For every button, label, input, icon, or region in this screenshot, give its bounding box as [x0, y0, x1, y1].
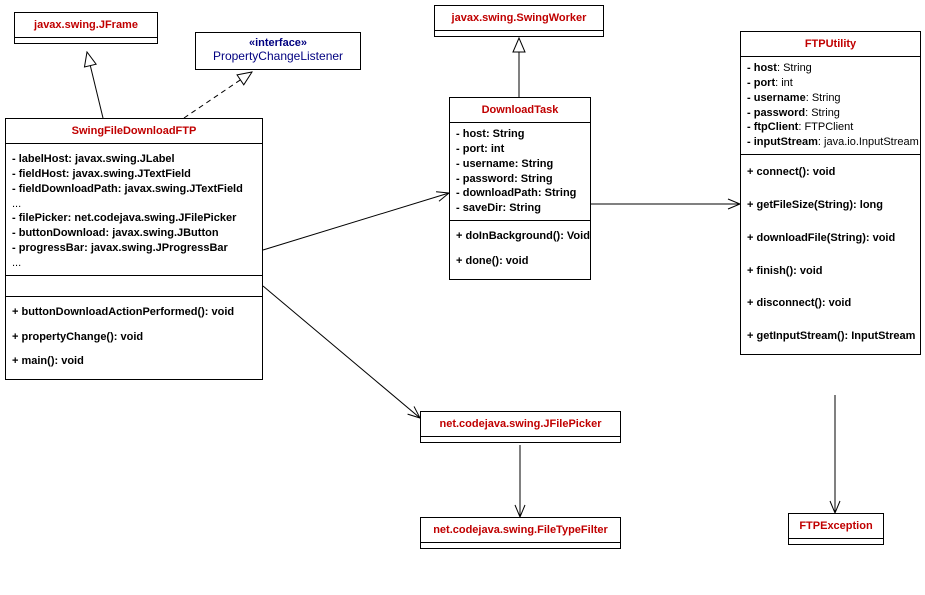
attr: - username: String: [747, 91, 914, 106]
class-title: net.codejava.swing.FileTypeFilter: [421, 518, 620, 542]
class-downloadtask: DownloadTask - host: String - port: int …: [449, 97, 591, 280]
op: + disconnect(): void: [747, 296, 914, 329]
operations-section: + doInBackground(): Void + done(): void: [450, 220, 590, 279]
class-jframe: javax.swing.JFrame: [14, 12, 158, 44]
op: + done(): void: [456, 254, 584, 269]
operations-section: + buttonDownloadActionPerformed(): void …: [6, 296, 262, 380]
operations-section: + connect(): void + getFileSize(String):…: [741, 154, 920, 354]
gen-sfdf-jframe: [87, 52, 103, 118]
class-jfilepicker: net.codejava.swing.JFilePicker: [420, 411, 621, 443]
class-title: SwingFileDownloadFTP: [6, 119, 262, 143]
attr: - fieldDownloadPath: javax.swing.JTextFi…: [12, 182, 256, 197]
attr: - labelHost: javax.swing.JLabel: [12, 152, 256, 167]
attr: - ftpClient: FTPClient: [747, 120, 914, 135]
class-title: DownloadTask: [450, 98, 590, 122]
class-title: net.codejava.swing.JFilePicker: [421, 412, 620, 436]
op: + finish(): void: [747, 264, 914, 297]
attr: - inputStream: java.io.InputStream: [747, 135, 914, 150]
assoc-sfdf-downloadtask: [263, 193, 449, 250]
attr: - port: int: [747, 76, 914, 91]
attr: - host: String: [747, 61, 914, 76]
attributes-section: - host: String - port: int - username: S…: [741, 56, 920, 154]
attr: - buttonDownload: javax.swing.JButton: [12, 226, 256, 241]
op: + getInputStream(): InputStream: [747, 329, 914, 344]
assoc-sfdf-jfilepicker: [263, 286, 420, 418]
class-swingworker: javax.swing.SwingWorker: [434, 5, 604, 37]
attributes-section: - labelHost: javax.swing.JLabel - fieldH…: [6, 143, 262, 275]
class-title: FTPException: [789, 514, 883, 538]
attr: - downloadPath: String: [456, 186, 584, 201]
class-title: javax.swing.SwingWorker: [435, 6, 603, 30]
attr: - username: String: [456, 157, 584, 172]
attr: - port: int: [456, 142, 584, 157]
interface-property-change-listener: «interface» PropertyChangeListener: [195, 32, 361, 70]
op: + propertyChange(): void: [12, 330, 256, 355]
interface-name: PropertyChangeListener: [196, 49, 360, 69]
class-title: javax.swing.JFrame: [15, 13, 157, 37]
empty-section: [6, 275, 262, 296]
class-title: FTPUtility: [741, 32, 920, 56]
class-ftpexception: FTPException: [788, 513, 884, 545]
attr: - filePicker: net.codejava.swing.JFilePi…: [12, 211, 256, 226]
attr: - password: String: [456, 172, 584, 187]
stereotype-label: «interface»: [196, 33, 360, 49]
realize-sfdf-pcl: [184, 72, 252, 118]
attr: - progressBar: javax.swing.JProgressBar: [12, 241, 256, 256]
op: + getFileSize(String): long: [747, 198, 914, 231]
op: + downloadFile(String): void: [747, 231, 914, 264]
attr: - password: String: [747, 106, 914, 121]
op: + main(): void: [12, 354, 256, 369]
class-filetypefilter: net.codejava.swing.FileTypeFilter: [420, 517, 621, 549]
op: + connect(): void: [747, 159, 914, 198]
attributes-section: - host: String - port: int - username: S…: [450, 122, 590, 220]
ellipsis: ...: [12, 256, 256, 271]
op: + buttonDownloadActionPerformed(): void: [12, 305, 256, 330]
attr: - host: String: [456, 127, 584, 142]
attr: - saveDir: String: [456, 201, 584, 216]
attr: - fieldHost: javax.swing.JTextField: [12, 167, 256, 182]
op: + doInBackground(): Void: [456, 229, 584, 254]
class-swingfiledownloadftp: SwingFileDownloadFTP - labelHost: javax.…: [5, 118, 263, 380]
class-ftputility: FTPUtility - host: String - port: int - …: [740, 31, 921, 355]
ellipsis: ...: [12, 197, 256, 212]
